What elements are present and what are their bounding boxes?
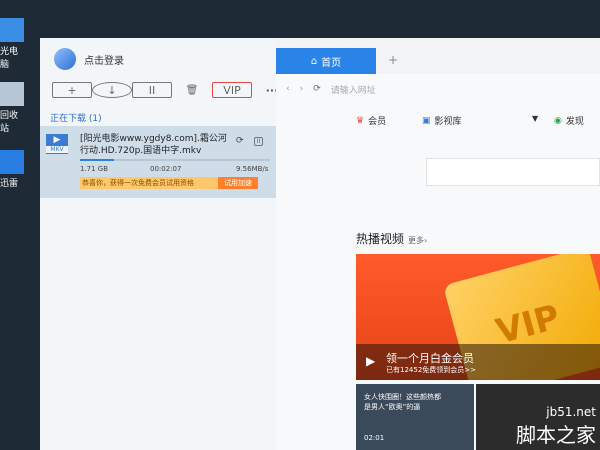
video-thumbnail[interactable]: 女人快围圈！这些颜热都是男人“欧奥”的逼 02:01 — [356, 384, 474, 450]
refresh-icon[interactable]: ⟳ — [313, 84, 321, 94]
back-icon[interactable]: ‹ — [286, 84, 290, 94]
trash-icon: 🗑 — [185, 84, 199, 96]
avatar — [54, 48, 76, 70]
new-tab-button[interactable]: + — [388, 53, 398, 67]
login-area[interactable]: 点击登录 — [54, 48, 124, 70]
banner-caption[interactable]: ▶ 领一个月白金会员 已有12452免费领到会员>> — [356, 344, 600, 380]
address-bar: ‹ › ⟳ 请输入网址 — [276, 76, 600, 102]
pause-button[interactable]: II — [132, 82, 172, 98]
desktop-icon-label: 光电脑 — [0, 47, 19, 70]
desktop-icon-xunlei[interactable]: 迅雷 — [0, 150, 26, 189]
desktop-icon-label: 迅雷 — [0, 179, 19, 189]
login-text: 点击登录 — [84, 55, 124, 67]
download-progress-bar — [80, 159, 270, 161]
banner-title: 领一个月白金会员 — [386, 352, 474, 365]
address-input[interactable]: 请输入网址 — [331, 83, 376, 96]
recycle-bin-icon — [0, 82, 24, 106]
home-icon: ⌂ — [310, 55, 318, 67]
download-item[interactable]: ▶ MKV [阳光电影www.ygdy8.com].霜公河行动.HD.720p.国… — [40, 126, 276, 198]
hot-more-link[interactable]: 更多› — [408, 236, 427, 245]
film-icon: ▣ — [422, 115, 431, 126]
browser-panel: ⌂ 首页 + ‹ › ⟳ 请输入网址 ♛ 会员 ▣ 影视库 ▼ ◉ 发现 热播视… — [276, 38, 600, 450]
dropdown-icon[interactable]: ▼ — [532, 114, 538, 123]
download-toolbar: + ↓ II 🗑 VIP ··· — [52, 82, 292, 98]
watermark-site: jb51.net — [546, 405, 596, 419]
download-progress-fill — [80, 159, 115, 161]
pause-icon: II — [132, 82, 172, 98]
watermark: jb51.net 脚本之家 — [516, 405, 596, 448]
file-size: 1.71 GB — [80, 165, 109, 173]
video-duration: 02:01 — [364, 434, 385, 442]
new-task-button[interactable]: + — [52, 82, 92, 98]
download-panel: 点击登录 + ↓ II 🗑 VIP ··· 正在下载 (1) ▶ MKV [阳光电… — [40, 38, 278, 450]
computer-icon — [0, 18, 24, 42]
item-pause-icon[interactable]: II — [254, 136, 263, 146]
forward-icon[interactable]: › — [300, 84, 304, 94]
tab-home[interactable]: ⌂ 首页 — [276, 48, 376, 74]
nav-discover-label: 发现 — [565, 117, 584, 127]
nav-member[interactable]: ♛ 会员 — [356, 114, 387, 128]
plus-icon: + — [52, 82, 92, 98]
xunlei-icon — [0, 150, 24, 174]
vip-icon: VIP — [212, 82, 252, 98]
hot-title-text: 热播视频 — [356, 232, 405, 246]
remaining-time: 00:02:07 — [150, 165, 182, 173]
xunlei-window: 点击登录 + ↓ II 🗑 VIP ··· 正在下载 (1) ▶ MKV [阳光电… — [40, 38, 600, 450]
video-caption: 女人快围圈！这些颜热都是男人“欧奥”的逼 — [364, 393, 441, 411]
hot-videos-title: 热播视频 更多› — [356, 230, 427, 247]
desktop-icon-recycle-bin[interactable]: 回收站 — [0, 82, 26, 134]
trial-accelerate-button[interactable]: 试用加速 — [218, 177, 258, 189]
downloading-section-title[interactable]: 正在下载 (1) — [50, 111, 102, 124]
file-video-icon: ▶ MKV — [46, 134, 68, 154]
site-nav: ♛ 会员 ▣ 影视库 ▼ ◉ 发现 — [276, 110, 600, 136]
file-type-label: MKV — [46, 146, 68, 153]
vip-button[interactable]: VIP — [212, 82, 252, 98]
discover-icon: ◉ — [554, 115, 562, 126]
delete-button[interactable]: 🗑 — [172, 82, 212, 98]
watermark-name: 脚本之家 — [516, 423, 596, 447]
desktop-icon-label: 回收站 — [0, 111, 19, 134]
nav-member-label: 会员 — [368, 117, 387, 127]
tab-label: 首页 — [321, 57, 342, 69]
start-button[interactable]: ↓ — [92, 82, 132, 98]
file-name: [阳光电影www.ygdy8.com].霜公河行动.HD.720p.国语中字.m… — [80, 134, 227, 156]
nav-library[interactable]: ▣ 影视库 — [422, 114, 462, 128]
download-speed: 9.56MB/s — [236, 165, 269, 173]
tab-bar: ⌂ 首页 + — [276, 38, 600, 74]
banner-subtitle: 已有12452免费领到会员>> — [386, 366, 476, 374]
nav-discover[interactable]: ◉ 发现 — [554, 114, 584, 128]
open-folder-icon[interactable]: ⟳ — [236, 136, 244, 146]
desktop-icon-computer[interactable]: 光电脑 — [0, 18, 26, 70]
play-icon: ▶ — [366, 354, 376, 368]
search-input[interactable] — [426, 158, 600, 186]
crown-icon: ♛ — [356, 115, 365, 126]
download-icon: ↓ — [92, 82, 132, 98]
nav-library-label: 影视库 — [434, 117, 462, 127]
